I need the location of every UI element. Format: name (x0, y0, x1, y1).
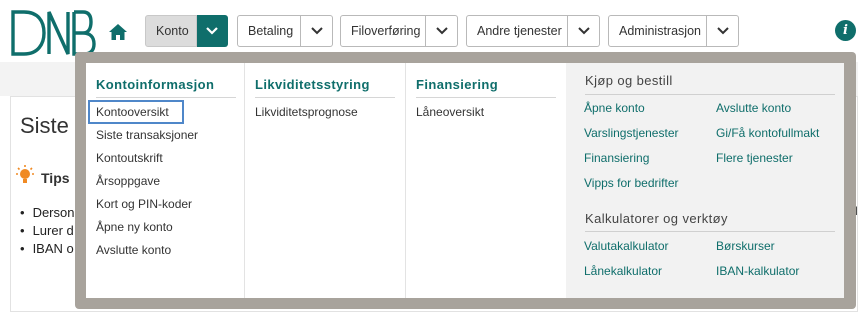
nav-betaling: Betaling (237, 15, 333, 47)
nav-betaling-button[interactable]: Betaling (237, 15, 301, 47)
link-iban-kalkulator[interactable]: IBAN-kalkulator (716, 264, 799, 278)
chevron-down-icon (310, 27, 323, 35)
column-heading: Likviditetsstyring (255, 77, 370, 92)
list-item: IBAN o (20, 240, 74, 258)
nav-konto-toggle[interactable] (197, 15, 228, 47)
section-heading-kalkulatorer: Kalkulatorer og verktøy (585, 211, 728, 226)
divider (255, 97, 395, 98)
menu-item-avslutte-konto[interactable]: Avslutte konto (96, 243, 171, 257)
nav-filoverforing-button[interactable]: Filoverføring (340, 15, 426, 47)
lightbulb-icon (16, 165, 34, 183)
link-flere-tjenester[interactable]: Flere tjenester (716, 151, 793, 165)
info-icon[interactable]: i (835, 20, 856, 41)
divider (585, 94, 835, 95)
menu-column-likviditetsstyring: Likviditetsstyring Likviditetsprognose (245, 63, 406, 298)
nav-andre-tjenester: Andre tjenester (466, 15, 600, 47)
nav-andre-tjenester-toggle[interactable] (568, 15, 600, 47)
divider (416, 97, 556, 98)
divider (585, 231, 835, 232)
link-gi-fa-kontofullmakt[interactable]: Gi/Få kontofullmakt (716, 126, 819, 140)
menu-item-siste-transaksjoner[interactable]: Siste transaksjoner (96, 128, 198, 142)
nav-betaling-toggle[interactable] (301, 15, 333, 47)
link-varslingstjenester[interactable]: Varslingstjenester (584, 126, 679, 140)
menu-item-arsoppgave[interactable]: Årsoppgave (96, 174, 160, 188)
column-heading: Finansiering (416, 77, 499, 92)
nav-filoverforing: Filoverføring (340, 15, 458, 47)
link-avslutte-konto[interactable]: Avslutte konto (716, 101, 791, 115)
menu-column-shortcuts: Kjøp og bestill Åpne konto Avslutte kont… (566, 63, 844, 298)
menu-item-kontoutskrift[interactable]: Kontoutskrift (96, 151, 163, 165)
link-apne-konto[interactable]: Åpne konto (584, 101, 645, 115)
chevron-down-icon (716, 27, 729, 35)
nav-administrasjon: Administrasjon (608, 15, 739, 47)
mega-menu-panel: Kontoinformasjon Kontooversikt Siste tra… (86, 63, 844, 298)
menu-item-kontooversikt[interactable]: Kontooversikt (96, 105, 169, 119)
menu-item-kort-og-pin[interactable]: Kort og PIN-koder (96, 197, 192, 211)
menu-column-kontoinformasjon: Kontoinformasjon Kontooversikt Siste tra… (86, 63, 245, 298)
list-item: Lurer d (20, 222, 74, 240)
home-icon[interactable] (107, 21, 129, 43)
link-lanekalkulator[interactable]: Lånekalkulator (584, 264, 662, 278)
nav-filoverforing-toggle[interactable] (426, 15, 458, 47)
menu-item-laneoversikt[interactable]: Låneoversikt (416, 105, 484, 119)
column-heading: Kontoinformasjon (96, 77, 215, 92)
chevron-down-icon (435, 27, 448, 35)
page-heading: Siste (20, 113, 69, 138)
chevron-down-icon (577, 27, 590, 35)
nav-andre-tjenester-button[interactable]: Andre tjenester (466, 15, 568, 47)
nav-konto: Konto (145, 15, 228, 47)
menu-item-apne-ny-konto[interactable]: Åpne ny konto (96, 220, 173, 234)
menu-column-finansiering: Finansiering Låneoversikt (406, 63, 566, 298)
chevron-down-icon (206, 27, 218, 35)
divider (96, 97, 236, 98)
nav-administrasjon-toggle[interactable] (707, 15, 739, 47)
nav-administrasjon-button[interactable]: Administrasjon (608, 15, 707, 47)
section-heading-kjop-og-bestill: Kjøp og bestill (585, 73, 673, 88)
tips-list: Derson Lurer d IBAN o (20, 204, 75, 258)
menu-item-likviditetsprognose[interactable]: Likviditetsprognose (255, 105, 358, 119)
konto-mega-menu: Kontoinformasjon Kontooversikt Siste tra… (75, 52, 856, 309)
link-valutakalkulator[interactable]: Valutakalkulator (584, 239, 669, 253)
link-finansiering[interactable]: Finansiering (584, 151, 649, 165)
nav-konto-button[interactable]: Konto (145, 15, 197, 47)
tips-heading: Tips (41, 170, 70, 186)
link-vipps-for-bedrifter[interactable]: Vipps for bedrifter (584, 176, 679, 190)
list-item: Derson (20, 204, 75, 222)
link-borskurser[interactable]: Børskurser (716, 239, 775, 253)
